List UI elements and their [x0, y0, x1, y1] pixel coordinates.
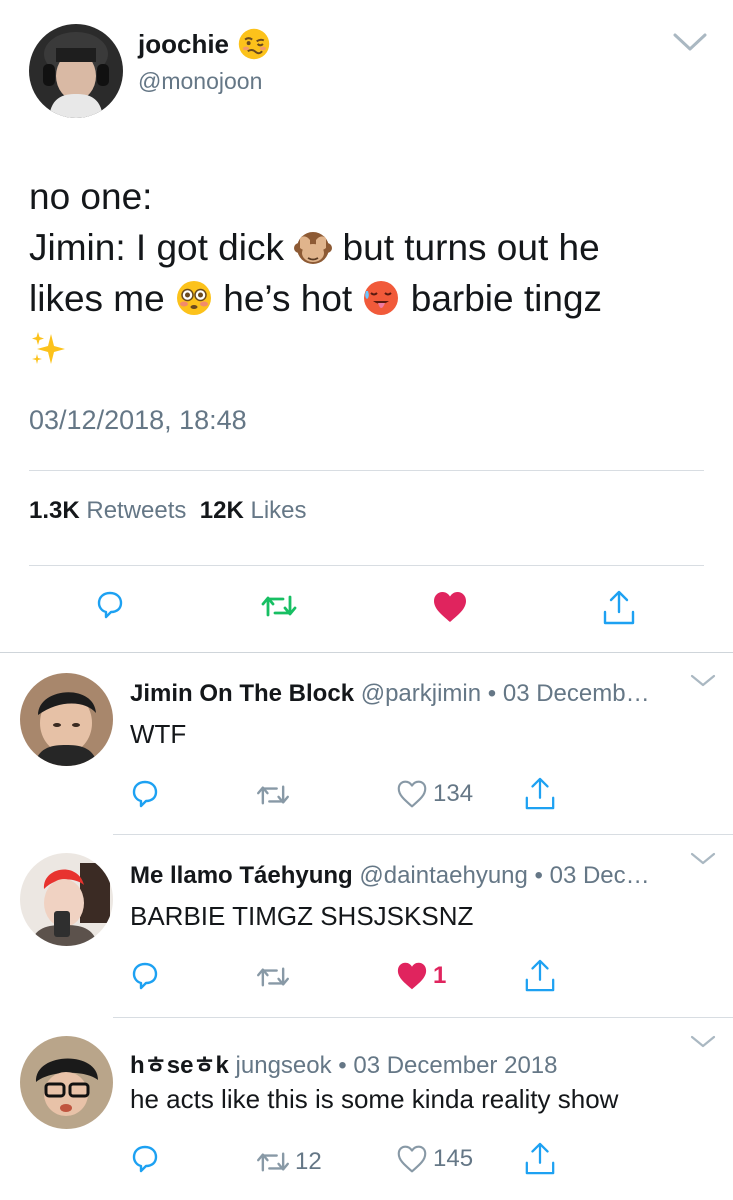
handle[interactable]: @monojoon — [138, 68, 262, 95]
tweet-text-segment: no one: — [29, 176, 153, 217]
main-tweet: joochie @monojoon no one: Jimin: I got d… — [0, 0, 733, 652]
reply-meta: @daintaehyung • 03 Dec… — [359, 862, 650, 889]
share-button[interactable] — [524, 777, 556, 811]
heart-filled-icon — [434, 592, 466, 622]
chevron-down-icon[interactable] — [690, 673, 716, 689]
share-button[interactable] — [524, 1142, 556, 1176]
retweet-button[interactable]: 12 — [256, 1148, 322, 1176]
retweets-stat[interactable]: 1.3K Retweets — [29, 497, 186, 524]
retweet-button[interactable] — [256, 783, 295, 807]
reply-text: he acts like this is some kinda reality … — [130, 1084, 619, 1114]
likes-stat[interactable]: 12K Likes — [200, 497, 307, 524]
reply-meta: jungseok • 03 December 2018 — [235, 1052, 558, 1079]
like-count: 145 — [433, 1145, 474, 1172]
reply-display-name[interactable]: Jimin On The Block — [130, 680, 354, 707]
reply-button[interactable] — [130, 779, 165, 809]
chevron-down-icon[interactable] — [690, 851, 716, 867]
retweet-icon — [257, 1152, 289, 1172]
hot-face-icon — [364, 281, 399, 315]
reply-tweet[interactable]: Jimin On The Block @parkjimin • 03 Decem… — [0, 653, 733, 833]
tweet-timestamp: 03/12/2018, 18:48 — [29, 405, 247, 435]
flushed-face-icon — [176, 281, 211, 315]
reply-header: Me llamo Táehyung @daintaehyung • 03 Dec… — [130, 862, 690, 890]
reply-text: WTF — [130, 719, 187, 749]
display-name-text: joochie — [138, 28, 230, 59]
tweet-text: no one: Jimin: I got dick but turns out … — [29, 171, 709, 375]
chevron-down-icon[interactable] — [690, 1034, 716, 1050]
share-button[interactable] — [602, 590, 636, 626]
tweet-line: no one: — [29, 171, 709, 222]
retweet-button[interactable] — [256, 965, 295, 989]
reply-icon — [132, 780, 158, 808]
reply-tweet[interactable]: Me llamo Táehyung @daintaehyung • 03 Dec… — [0, 835, 733, 1017]
like-button[interactable]: 1 — [396, 961, 446, 991]
reply-icon — [132, 962, 158, 990]
likes-count: 12K — [199, 497, 244, 524]
retweet-icon — [257, 967, 289, 987]
woozy-face-icon — [238, 28, 270, 60]
reply-button[interactable] — [130, 961, 165, 991]
like-button[interactable]: 134 — [396, 779, 473, 809]
share-icon — [525, 1142, 555, 1175]
chevron-down-icon[interactable] — [672, 30, 708, 54]
like-button[interactable]: 145 — [396, 1144, 473, 1174]
retweet-icon — [257, 785, 289, 805]
avatar[interactable] — [20, 673, 113, 766]
retweet-button[interactable] — [261, 593, 297, 619]
reply-icon — [97, 591, 123, 619]
tweet-text-segment: but turns out he — [342, 227, 600, 268]
tweet-text-segment: barbie tingz — [410, 278, 603, 319]
reply-icon — [132, 1145, 158, 1173]
likes-label: Likes — [250, 497, 307, 524]
share-button[interactable] — [524, 959, 556, 993]
tweet-line — [29, 324, 709, 375]
reply-text: BARBIE TIMGZ SHSJSKSNZ — [130, 901, 474, 931]
reply-meta: @parkjimin • 03 Decemb… — [360, 680, 650, 707]
avatar[interactable] — [20, 853, 113, 946]
avatar[interactable] — [20, 1036, 113, 1129]
reply-button[interactable] — [130, 1144, 165, 1174]
heart-outline-icon — [397, 1145, 427, 1173]
heart-outline-icon — [397, 780, 427, 808]
share-icon — [525, 959, 555, 992]
divider — [29, 565, 704, 566]
like-button[interactable] — [432, 590, 468, 624]
sparkles-icon — [32, 332, 65, 364]
reply-button[interactable] — [96, 590, 124, 620]
tweet-text-segment: Jimin: I got dick — [29, 227, 284, 268]
display-name[interactable]: joochie — [138, 27, 271, 61]
see-no-evil-monkey-icon — [294, 232, 333, 264]
tweet-line: likes me he’s hot barbie tingz — [29, 273, 709, 324]
reply-display-name[interactable]: Me llamo Táehyung — [130, 862, 353, 889]
share-icon — [603, 590, 635, 625]
retweets-count: 1.3K — [29, 497, 80, 524]
tweet-line: Jimin: I got dick but turns out he — [29, 222, 709, 273]
engagement-counts: 1.3K Retweets 12K Likes — [29, 497, 307, 525]
retweet-icon — [261, 595, 297, 617]
tweet-text-segment: likes me — [29, 278, 165, 319]
like-count: 134 — [433, 780, 474, 807]
reply-tweet[interactable]: hㅎseㅎk jungseok • 03 December 2018 he ac… — [0, 1018, 733, 1200]
heart-filled-icon — [397, 962, 427, 990]
like-count: 1 — [433, 962, 447, 989]
avatar[interactable] — [29, 24, 123, 118]
reply-header: Jimin On The Block @parkjimin • 03 Decem… — [130, 680, 690, 708]
share-icon — [525, 777, 555, 810]
tweet-text-segment: he’s hot — [223, 278, 353, 319]
divider — [29, 470, 704, 471]
reply-display-name[interactable]: hㅎseㅎk — [130, 1052, 229, 1079]
retweets-label: Retweets — [86, 497, 187, 524]
retweet-count: 12 — [295, 1148, 322, 1175]
reply-header: hㅎseㅎk jungseok • 03 December 2018 — [130, 1045, 690, 1080]
